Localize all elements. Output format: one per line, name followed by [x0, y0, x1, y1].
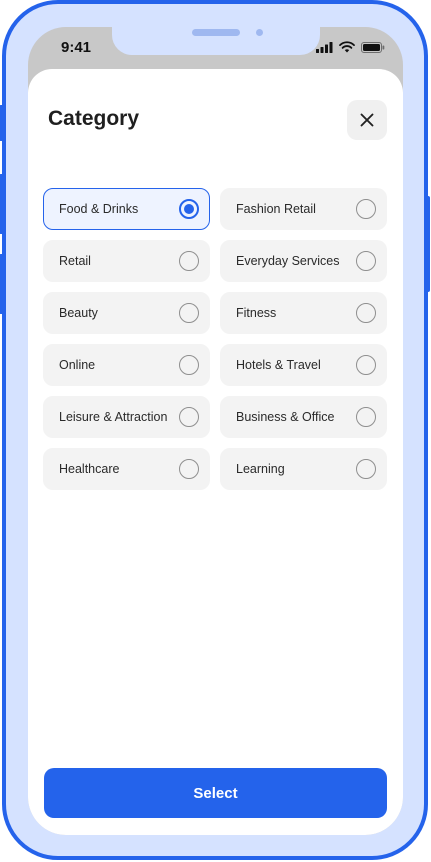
category-option-label: Beauty: [59, 306, 98, 320]
category-option-label: Hotels & Travel: [236, 358, 321, 372]
status-bar: 9:41: [28, 27, 403, 69]
radio-button[interactable]: [179, 407, 199, 427]
phone-side-button: [0, 254, 4, 314]
sheet-title: Category: [48, 107, 140, 130]
close-button[interactable]: [347, 100, 387, 140]
category-option[interactable]: Leisure & Attraction: [43, 396, 210, 438]
signal-icon: [316, 41, 333, 53]
category-option[interactable]: Retail: [43, 240, 210, 282]
phone-side-button: [0, 174, 4, 234]
status-icons: [316, 41, 385, 53]
category-option[interactable]: Food & Drinks: [43, 188, 210, 230]
category-option-label: Retail: [59, 254, 91, 268]
category-option-label: Fitness: [236, 306, 277, 320]
radio-button[interactable]: [179, 355, 199, 375]
radio-button[interactable]: [356, 199, 376, 219]
radio-dot-icon: [184, 204, 194, 214]
category-option[interactable]: Learning: [220, 448, 387, 490]
notch: [112, 27, 320, 55]
wifi-icon: [339, 41, 355, 53]
category-option[interactable]: Hotels & Travel: [220, 344, 387, 386]
phone-side-button: [425, 196, 430, 292]
category-option[interactable]: Fashion Retail: [220, 188, 387, 230]
category-option[interactable]: Business & Office: [220, 396, 387, 438]
category-option-label: Business & Office: [236, 410, 335, 424]
radio-button[interactable]: [356, 303, 376, 323]
category-option[interactable]: Beauty: [43, 292, 210, 334]
close-icon: [360, 113, 374, 127]
radio-button[interactable]: [179, 251, 199, 271]
category-option[interactable]: Healthcare: [43, 448, 210, 490]
radio-button[interactable]: [179, 303, 199, 323]
category-option-label: Everyday Services: [236, 254, 340, 268]
phone-side-button: [0, 105, 4, 141]
category-option-label: Healthcare: [59, 462, 120, 476]
battery-icon: [361, 41, 385, 53]
category-grid: Food & Drinks Fashion Retail Retail Everyda…: [43, 188, 387, 490]
radio-button[interactable]: [179, 459, 199, 479]
category-option-label: Food & Drinks: [59, 202, 139, 216]
category-sheet: Category Food & Drinks Fashion Retail Reta…: [28, 69, 403, 835]
category-option-label: Fashion Retail: [236, 202, 316, 216]
category-option-label: Online: [59, 358, 96, 372]
camera: [256, 29, 263, 36]
radio-button[interactable]: [356, 407, 376, 427]
category-option[interactable]: Everyday Services: [220, 240, 387, 282]
category-option[interactable]: Online: [43, 344, 210, 386]
select-button[interactable]: Select: [44, 768, 387, 818]
category-option-label: Learning: [236, 462, 285, 476]
speaker: [192, 29, 240, 36]
radio-button[interactable]: [356, 251, 376, 271]
radio-button[interactable]: [356, 459, 376, 479]
phone-screen: 9:41 Category Food & Drinks Fashion Reta…: [28, 27, 403, 835]
radio-button[interactable]: [356, 355, 376, 375]
category-option[interactable]: Fitness: [220, 292, 387, 334]
status-time: 9:41: [61, 39, 92, 56]
category-option-label: Leisure & Attraction: [59, 410, 168, 424]
radio-button[interactable]: [179, 199, 199, 219]
